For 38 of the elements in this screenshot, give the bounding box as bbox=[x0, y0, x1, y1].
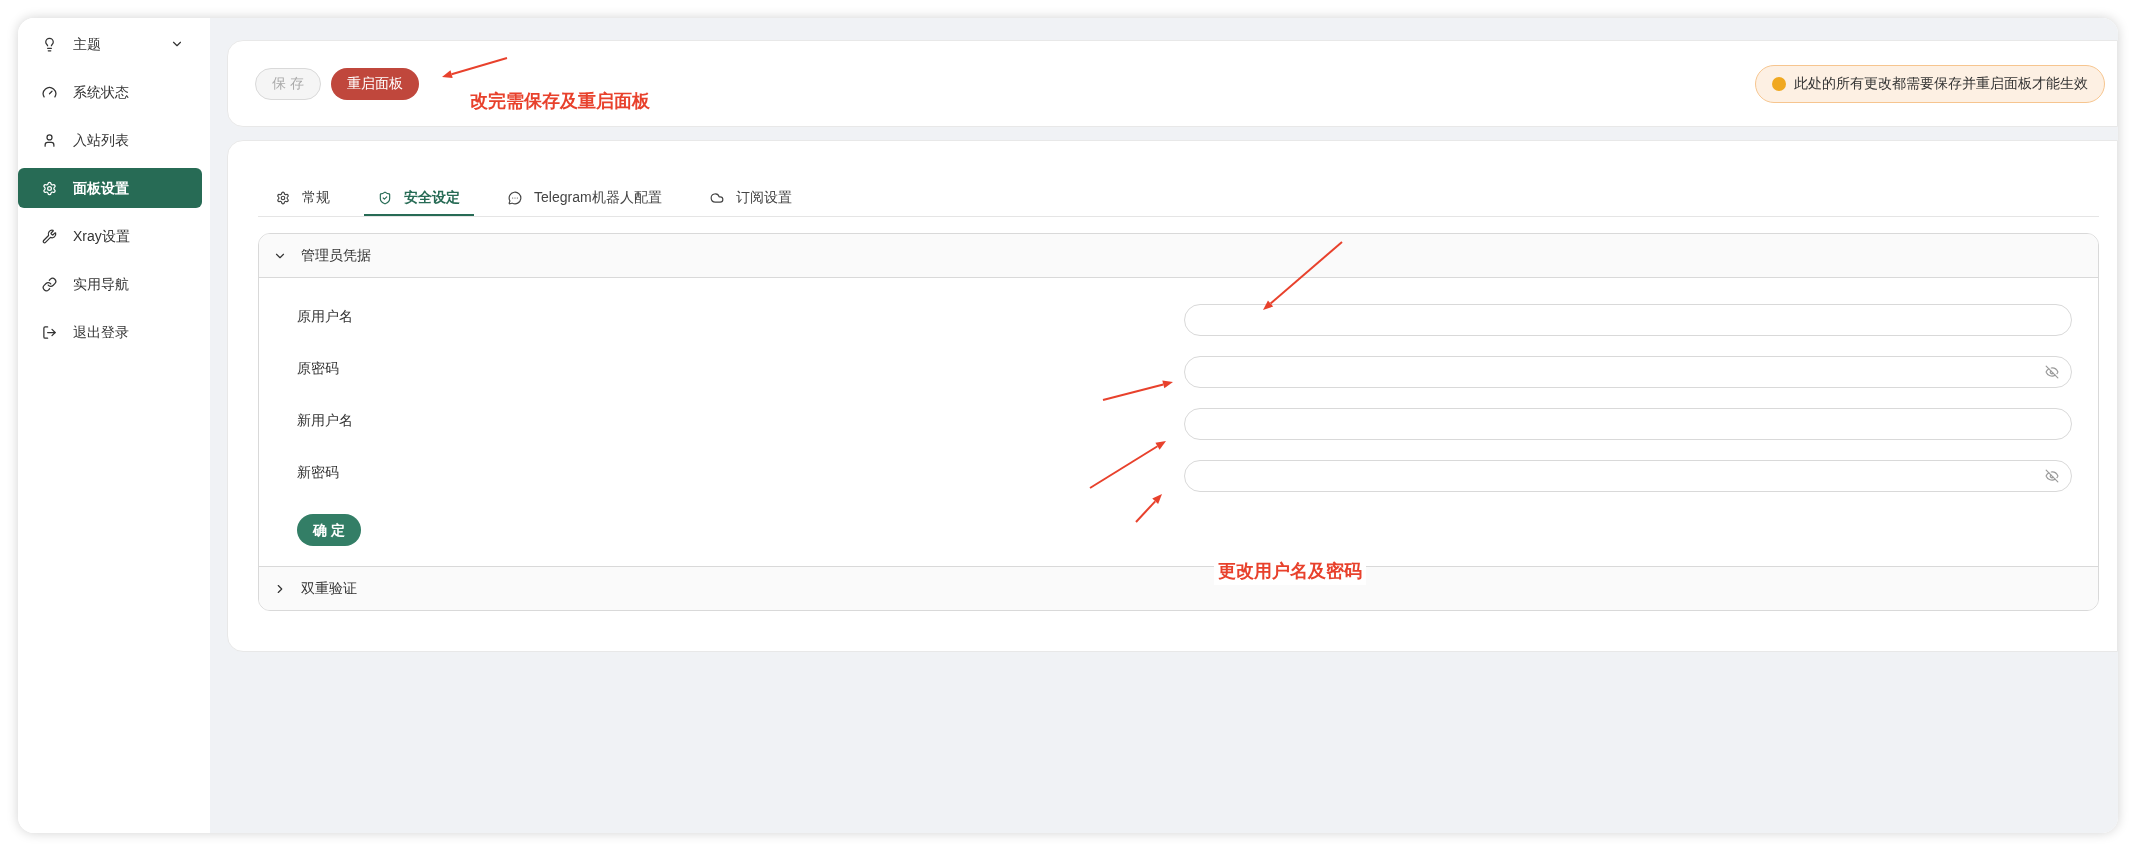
annotation-text: 更改用户名及密码 bbox=[1214, 558, 1366, 585]
link-icon bbox=[42, 276, 57, 292]
annotation-arrow bbox=[1102, 380, 1173, 401]
chat-bubble-icon bbox=[508, 190, 522, 205]
eye-off-icon[interactable] bbox=[2045, 365, 2059, 379]
sidebar-item[interactable]: Xray设置 bbox=[18, 216, 202, 256]
tab[interactable]: 订阅设置 bbox=[695, 181, 806, 216]
annotation-text: 改完需保存及重启面板 bbox=[470, 90, 650, 113]
user-icon bbox=[42, 132, 57, 148]
shield-check-icon bbox=[378, 190, 392, 205]
field-label: 原用户名 bbox=[297, 306, 354, 326]
gauge-icon bbox=[42, 84, 57, 100]
sidebar-item[interactable]: 实用导航 bbox=[18, 264, 202, 304]
sidebar-item[interactable]: 退出登录 bbox=[18, 312, 202, 352]
tab[interactable]: 安全设定 bbox=[364, 181, 474, 216]
field-label: 新用户名 bbox=[297, 410, 354, 430]
tab[interactable]: Telegram机器人配置 bbox=[494, 181, 676, 216]
panel-header[interactable]: 管理员凭据 bbox=[259, 234, 2098, 277]
sidebar-item[interactable]: 主题 bbox=[18, 24, 202, 64]
logout-icon bbox=[42, 324, 57, 340]
eye-off-icon[interactable] bbox=[2045, 469, 2059, 483]
wrench-icon bbox=[42, 228, 57, 244]
sidebar-item[interactable]: 系统状态 bbox=[18, 72, 202, 112]
restart-panel-button[interactable]: 重启面板 bbox=[330, 67, 419, 100]
confirm-button[interactable]: 确 定 bbox=[297, 514, 361, 546]
gear-icon bbox=[42, 180, 57, 196]
annotation-arrow bbox=[1135, 494, 1162, 523]
tab[interactable]: 常规 bbox=[262, 181, 344, 216]
lightbulb-icon bbox=[42, 36, 57, 52]
warning-icon bbox=[1772, 76, 1786, 91]
field-label: 原密码 bbox=[297, 358, 340, 378]
sidebar-item[interactable]: 入站列表 bbox=[18, 120, 202, 160]
gear-icon bbox=[276, 190, 290, 205]
field-label: 新密码 bbox=[297, 462, 340, 482]
sidebar-item[interactable]: 面板设置 bbox=[18, 168, 202, 208]
alert-text: 此处的所有更改都需要保存并重启面板才能生效 bbox=[1794, 74, 2088, 93]
cloud-icon bbox=[709, 190, 724, 205]
annotation-arrow bbox=[442, 57, 508, 79]
